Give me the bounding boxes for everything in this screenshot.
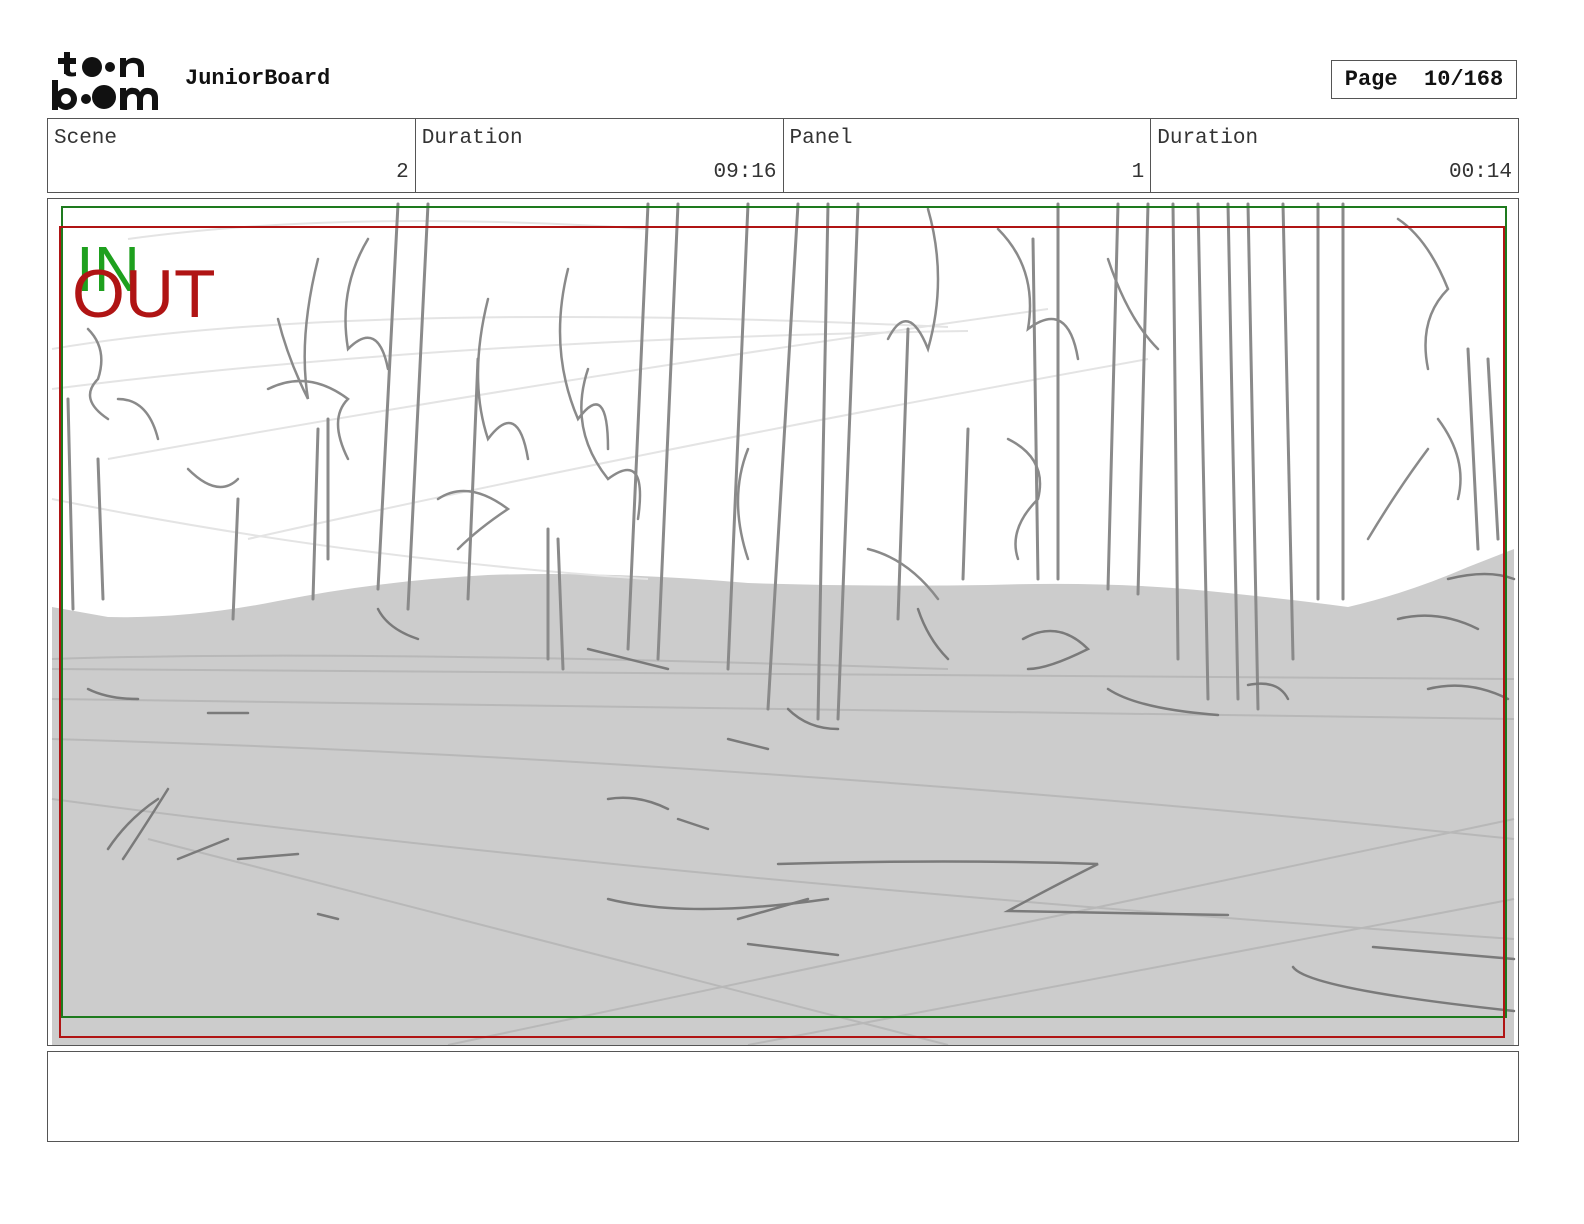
panel-duration-value: 00:14 — [1448, 161, 1512, 184]
panel-duration-label: Duration — [1157, 127, 1259, 150]
panel-cell: Panel 1 — [784, 119, 1152, 192]
out-marker: OUT — [72, 256, 216, 332]
storyboard-panel[interactable]: IN OUT — [47, 198, 1519, 1046]
scene-cell: Scene 2 — [48, 119, 416, 192]
panel-value: 1 — [1131, 161, 1145, 184]
panel-duration-cell: Duration 00:14 — [1151, 119, 1518, 192]
panel-info-row: Scene 2 Duration 09:16 Panel 1 Duration … — [47, 118, 1519, 193]
scene-duration-value: 09:16 — [713, 161, 777, 184]
panel-notes-box[interactable] — [47, 1051, 1519, 1142]
toon-boom-logo — [52, 52, 158, 110]
panel-label: Panel — [789, 127, 853, 150]
page-indicator: Page 10/168 — [1331, 60, 1517, 99]
scene-value: 2 — [396, 161, 409, 184]
ground-fill — [52, 549, 1514, 1045]
scene-duration-cell: Duration 09:16 — [416, 119, 784, 192]
scene-duration-label: Duration — [421, 127, 523, 150]
app-name: JuniorBoard — [185, 66, 331, 91]
panel-sketch: IN OUT — [51, 202, 1516, 1045]
scene-label: Scene — [54, 127, 118, 150]
